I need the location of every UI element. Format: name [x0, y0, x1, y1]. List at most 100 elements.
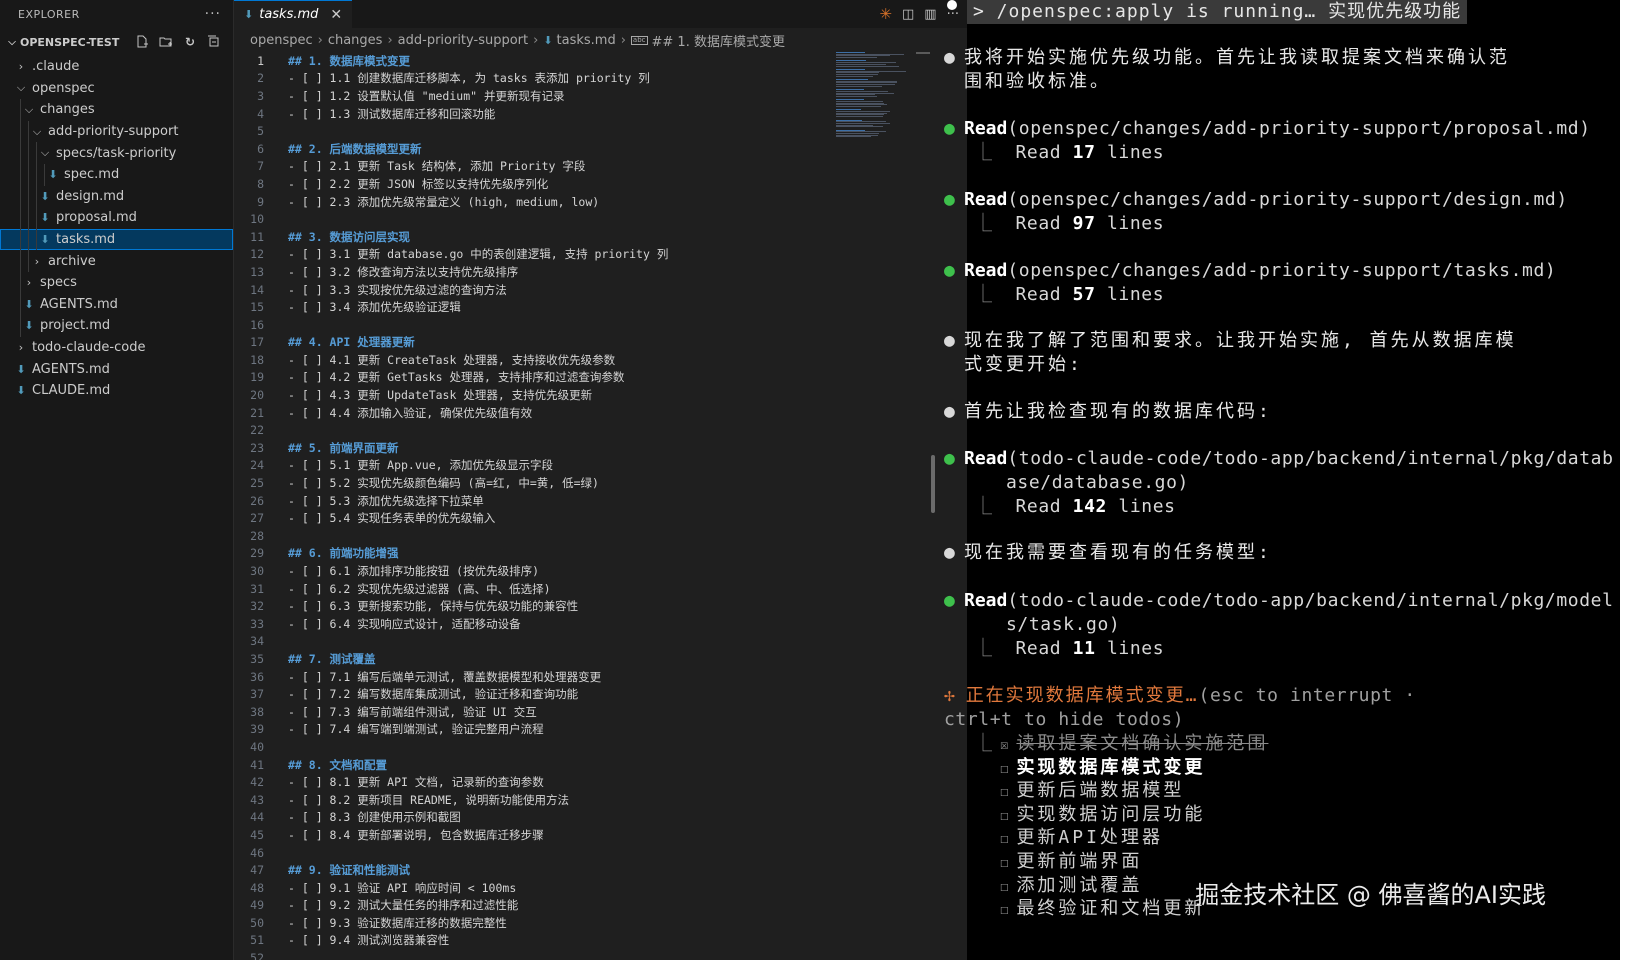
more-actions-icon[interactable]: ···: [205, 6, 221, 22]
line-text: - [ ] 5.3 添加优先级选择下拉菜单: [288, 493, 484, 508]
line-number: 24: [250, 458, 264, 473]
chevron-down-icon: ⌵: [8, 36, 16, 48]
code-line: 41 ## 8. 文档和配置: [234, 756, 834, 774]
tree-file[interactable]: ⬇ spec.md: [0, 163, 233, 186]
tree-file[interactable]: ⬇ design.md: [0, 185, 233, 208]
line-number: 40: [250, 739, 264, 754]
explorer-header: EXPLORER ···: [0, 0, 233, 28]
claude-spark-icon[interactable]: ✳: [879, 5, 892, 23]
tree-folder[interactable]: ⌵ openspec: [0, 78, 233, 100]
open-preview-icon[interactable]: ◫: [902, 7, 914, 22]
line-text: - [ ] 4.4 添加输入验证, 确保优先级值有效: [288, 405, 533, 420]
line-text: - [ ] 6.2 实现优先级过滤器 (高、中、低选择): [288, 581, 551, 596]
tree-file[interactable]: ⬇ AGENTS.md: [0, 358, 233, 380]
tree-folder[interactable]: ⌵ specs/task-priority: [0, 142, 233, 164]
code-line: 32 - [ ] 6.3 更新搜索功能, 保持与优先级功能的兼容性: [234, 597, 834, 615]
line-text: - [ ] 3.1 更新 database.go 中的表创建逻辑, 支持 pri…: [288, 247, 669, 262]
new-file-icon[interactable]: [133, 34, 151, 50]
code-line: 20 - [ ] 4.3 更新 UpdateTask 处理器, 支持优先级更新: [234, 386, 834, 404]
tree-label: CLAUDE.md: [32, 383, 111, 399]
minimap[interactable]: [836, 52, 906, 140]
line-number: 3: [257, 88, 264, 103]
line-number: 9: [257, 194, 264, 209]
chevron-right-icon: ›: [34, 254, 40, 268]
explorer-title: EXPLORER: [18, 7, 80, 21]
chevron-right-icon: ›: [533, 32, 539, 48]
result-label: Read: [1015, 142, 1062, 163]
status-text: 正在实现数据库模式变更…: [965, 685, 1199, 706]
line-text: ## 1. 数据库模式变更: [288, 53, 411, 68]
tree-label: specs: [40, 275, 77, 291]
line-text: ## 8. 文档和配置: [288, 757, 388, 772]
line-text: - [ ] 2.3 添加优先级常量定义 (high, medium, low): [288, 194, 600, 209]
todo-branch: ⎿: [974, 733, 992, 754]
tool-result: ⎿ Read 11 lines: [974, 638, 1165, 659]
result-unit: lines: [1118, 496, 1176, 517]
code-line: 19 - [ ] 4.2 更新 GetTasks 处理器, 支持排序和过滤查询参数: [234, 369, 834, 387]
tree-folder[interactable]: ⌵ changes: [0, 99, 233, 121]
minimap-line: [836, 116, 884, 118]
tree-folder[interactable]: › todo-claude-code: [0, 337, 233, 359]
minimap-line: [836, 106, 881, 107]
line-number: 43: [250, 792, 264, 807]
breadcrumb-item[interactable]: ## 1. 数据库模式变更: [652, 31, 785, 50]
tree-folder[interactable]: › specs: [0, 271, 233, 294]
code-line: 30 - [ ] 6.1 添加排序功能按钮 (按优先级排序): [234, 562, 834, 580]
project-header[interactable]: ⌵ OPENSPEC-TEST ↻: [0, 28, 233, 56]
tab-tasks-md[interactable]: ⬇ tasks.md ✕: [234, 0, 353, 29]
tool-name: Read: [964, 590, 1008, 611]
minimap-line: [836, 136, 872, 138]
tree-folder[interactable]: › archive: [0, 250, 233, 272]
overview-ruler-mark: [916, 52, 930, 54]
message-text: 我将开始实施优先级功能。首先让我读取提案文档来确认范: [964, 47, 1510, 68]
close-icon[interactable]: ✕: [330, 7, 342, 23]
indent-guide: [20, 228, 21, 251]
todo-label: 实现数据库模式变更: [1016, 756, 1206, 778]
line-text: ## 2. 后端数据模型更新: [288, 141, 422, 156]
new-folder-icon[interactable]: [157, 34, 175, 50]
tree-label: changes: [40, 102, 95, 118]
breadcrumb-item[interactable]: openspec: [250, 33, 313, 48]
split-editor-icon[interactable]: ▥: [924, 7, 936, 22]
breadcrumb: openspec › changes › add-priority-support ›…: [234, 28, 967, 52]
code-editor[interactable]: 1 ## 1. 数据库模式变更 2 - [ ] 1.1 创建数据库迁移脚本, 为 ta…: [234, 52, 834, 967]
tool-call: Read(todo-claude-code/todo-app/backend/i…: [964, 589, 1614, 613]
indent-guide: [28, 142, 29, 164]
tab-bar: ⬇ tasks.md ✕ ✳ ◫ ▥ ···: [234, 0, 967, 29]
chevron-right-icon: ›: [317, 32, 323, 48]
indent-guide: [36, 207, 37, 229]
todo-label: 读取提案文档确认实施范围: [1016, 733, 1269, 754]
code-line: 29 ## 6. 前端功能增强: [234, 545, 834, 563]
refresh-icon[interactable]: ↻: [181, 34, 199, 50]
line-number: 20: [250, 388, 264, 403]
tree-file[interactable]: ⬇ project.md: [0, 315, 233, 337]
tree-file[interactable]: ⬇ CLAUDE.md: [0, 380, 233, 402]
line-number: 51: [250, 933, 264, 948]
line-number: 29: [250, 546, 264, 561]
line-text: - [ ] 4.1 更新 CreateTask 处理器, 支持接收优先级参数: [288, 352, 616, 367]
breadcrumb-item[interactable]: tasks.md: [557, 33, 616, 48]
indent-guide: [20, 185, 21, 208]
line-text: - [ ] 2.2 更新 JSON 标签以支持优先级序列化: [288, 176, 549, 191]
checkbox-icon: ☐: [1000, 855, 1009, 871]
code-line: 47 ## 9. 验证和性能测试: [234, 861, 834, 879]
line-text: - [ ] 1.2 设置默认值 "medium" 并更新现有记录: [288, 88, 565, 103]
tree-file[interactable]: ⬇ AGENTS.md: [0, 293, 233, 316]
breadcrumb-item[interactable]: add-priority-support: [398, 33, 528, 48]
checkbox-icon: ☐: [1000, 760, 1009, 777]
line-number: 21: [250, 405, 264, 420]
chevron-down-icon: ⌵: [40, 146, 50, 160]
breadcrumb-item[interactable]: changes: [328, 33, 383, 48]
todo-label: 更新后端数据模型: [1016, 780, 1185, 802]
result-unit: lines: [1106, 284, 1165, 305]
scrollbar[interactable]: [931, 455, 935, 513]
tool-name: Read: [964, 260, 1008, 281]
tool-call: Read(openspec/changes/add-priority-suppo…: [964, 259, 1556, 283]
tree-file[interactable]: ⬇ proposal.md: [0, 207, 233, 229]
collapse-all-icon[interactable]: [205, 34, 223, 50]
code-line: 48 - [ ] 9.1 验证 API 响应时间 < 100ms: [234, 879, 834, 897]
tree-folder[interactable]: › .claude: [0, 56, 233, 78]
tree-label: add-priority-support: [48, 124, 179, 140]
tree-file[interactable]: ⬇ tasks.md: [0, 228, 233, 251]
tree-folder[interactable]: ⌵ add-priority-support: [0, 120, 233, 143]
